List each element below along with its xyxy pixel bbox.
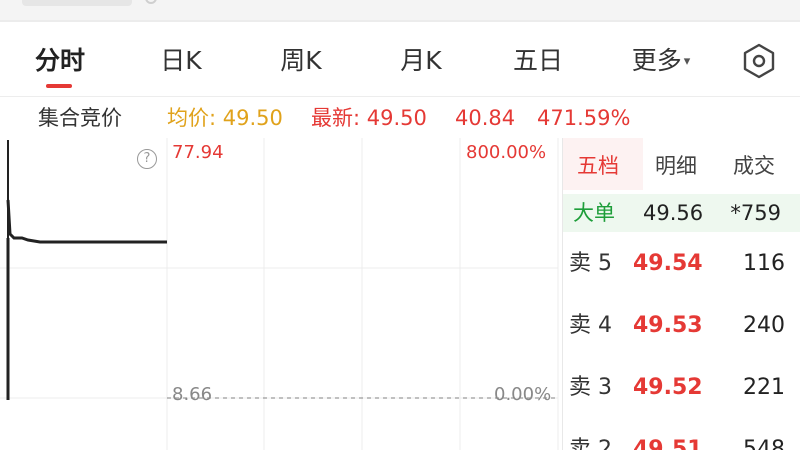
- chart-grid: [0, 138, 559, 450]
- ask-label: 卖 5: [569, 251, 612, 276]
- intraday-chart[interactable]: ? 77.94 800.00% 8.66 0.00%: [0, 138, 562, 450]
- ask-price: 49.52: [633, 375, 703, 400]
- ask-label: 卖 2: [569, 437, 612, 450]
- search-box-partial[interactable]: [22, 0, 132, 6]
- y-max-price-label: 77.94: [172, 142, 224, 163]
- ask-volume: 240: [743, 313, 785, 338]
- price-change-pct: 471.59%: [537, 106, 631, 130]
- top-divider: [0, 20, 800, 22]
- tab-trades[interactable]: 成交: [733, 150, 775, 180]
- settings-icon[interactable]: [740, 42, 778, 80]
- ask-level-4[interactable]: 卖 4 49.53 240: [563, 306, 800, 346]
- ask-level-2[interactable]: 卖 2 49.51 548: [563, 430, 800, 450]
- ask-level-5[interactable]: 卖 5 49.54 116: [563, 244, 800, 284]
- search-icon: [145, 0, 157, 4]
- avg-price: 均价: 49.50: [167, 106, 283, 130]
- big-order-price: 49.56: [643, 201, 704, 225]
- tab-five-levels[interactable]: 五档: [577, 150, 619, 180]
- auction-price-line: [6, 199, 167, 244]
- y-base-pct-label: 0.00%: [494, 384, 552, 405]
- top-bar-partial: [0, 0, 800, 22]
- help-icon[interactable]: ?: [137, 149, 157, 169]
- tab-daily-k[interactable]: 日K: [150, 44, 212, 78]
- ask-volume: 548: [743, 437, 785, 450]
- tab-more[interactable]: 更多 ▾: [618, 44, 704, 78]
- ask-volume: 221: [743, 375, 785, 400]
- active-tab-indicator: [46, 84, 72, 88]
- big-order-volume: *759: [730, 201, 781, 225]
- auction-label: 集合竞价: [38, 106, 122, 130]
- big-order-row[interactable]: 大单 49.56 *759: [563, 194, 800, 232]
- tab-details[interactable]: 明细: [655, 150, 697, 180]
- ask-label: 卖 3: [569, 375, 612, 400]
- y-max-pct-label: 800.00%: [466, 142, 547, 163]
- chevron-down-icon: ▾: [683, 54, 691, 69]
- chart-period-tabs: 分时 日K 周K 月K 五日 更多 ▾: [0, 28, 800, 94]
- quote-summary-line: 集合竞价 均价: 49.50 最新: 49.50 40.84 471.59%: [0, 100, 800, 136]
- big-order-label: 大单: [573, 201, 615, 225]
- ask-price: 49.53: [633, 313, 703, 338]
- tab-more-label: 更多: [631, 46, 682, 75]
- y-base-price-label: 8.66: [172, 384, 213, 405]
- ask-price: 49.54: [633, 251, 703, 276]
- ask-volume: 116: [743, 251, 785, 276]
- ask-label: 卖 4: [569, 313, 612, 338]
- latest-price: 最新: 49.50: [311, 106, 427, 130]
- tabs-divider: [0, 96, 800, 97]
- price-change: 40.84: [455, 106, 516, 130]
- ask-price: 49.51: [633, 437, 703, 450]
- tab-five-day[interactable]: 五日: [508, 44, 568, 78]
- tab-monthly-k[interactable]: 月K: [390, 44, 452, 78]
- tab-intraday[interactable]: 分时: [30, 44, 90, 78]
- tab-weekly-k[interactable]: 周K: [268, 44, 334, 78]
- order-book-panel: 五档 明细 成交 大单 49.56 *759 卖 5 49.54 116 卖 4…: [562, 138, 800, 450]
- ask-level-3[interactable]: 卖 3 49.52 221: [563, 368, 800, 408]
